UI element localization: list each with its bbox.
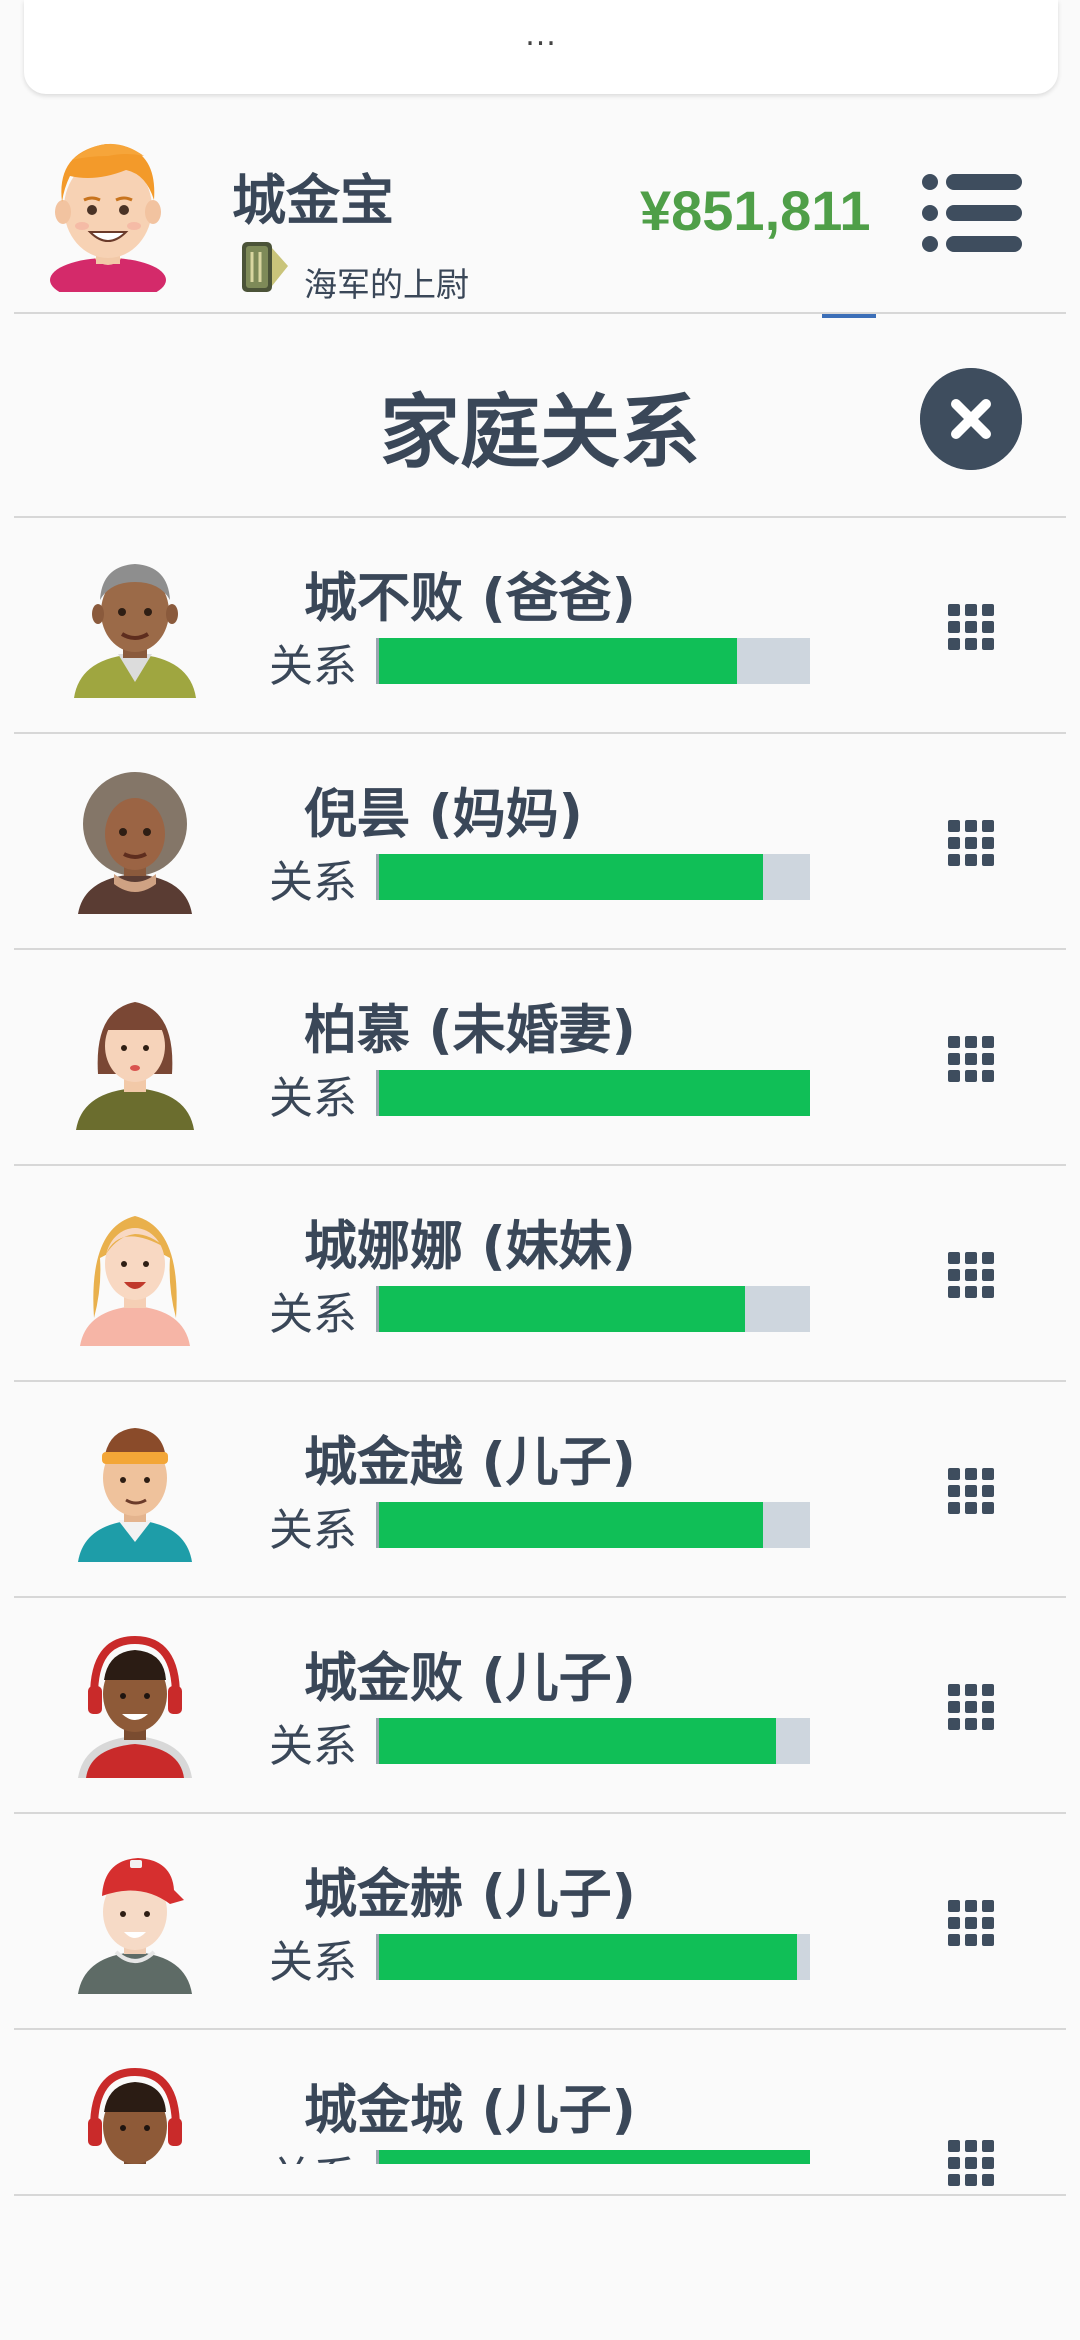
family-member-name: 倪昙 (妈妈) — [304, 784, 583, 845]
relation-label: 关系 — [269, 857, 357, 908]
list-item: 柏慕 (未婚妻) 关系 — [14, 950, 1066, 1166]
relation-bar — [376, 1286, 810, 1332]
grid-menu-icon[interactable] — [946, 1250, 996, 1300]
grid-menu-icon[interactable] — [946, 1466, 996, 1516]
list-item: 倪昙 (妈妈) 关系 — [14, 734, 1066, 950]
relation-label: 关系 — [269, 641, 357, 692]
relation-bar-fill — [379, 1934, 798, 1980]
relation-label: 关系 — [269, 1073, 357, 1124]
relation-bar-fill — [379, 2150, 810, 2164]
elderly-woman-avatar-icon — [78, 772, 192, 914]
grid-menu-icon[interactable] — [946, 818, 996, 868]
player-name: 城金宝 — [232, 169, 394, 232]
relation-bar-fill — [379, 1502, 763, 1548]
young-woman-avatar-icon — [76, 1002, 194, 1130]
rank-badge-icon — [242, 242, 288, 292]
list-item: 城金城 (儿子) 关系 — [14, 2030, 1066, 2196]
list-item: 城金赫 (儿子) 关系 — [14, 1814, 1066, 2030]
list-item: 城金败 (儿子) 关系 — [14, 1598, 1066, 1814]
blonde-girl-avatar-icon — [80, 1216, 190, 1346]
relation-bar — [376, 1070, 810, 1116]
list-item: 城不败 (爸爸) 关系 — [14, 518, 1066, 734]
family-member-name: 城金败 (儿子) — [304, 1648, 636, 1709]
list-item: 城娜娜 (妹妹) 关系 — [14, 1166, 1066, 1382]
relation-bar — [376, 638, 810, 684]
more-dots-icon[interactable]: ... — [24, 18, 1058, 53]
player-avatar-icon — [50, 143, 166, 292]
relation-label: 关系 — [269, 2142, 357, 2164]
relation-label: 关系 — [269, 1721, 357, 1772]
dialog-header: 家庭关系 — [0, 318, 1080, 518]
elderly-man-avatar-icon — [74, 564, 196, 698]
relation-bar-fill — [379, 1070, 810, 1116]
headphones-boy-avatar-icon — [78, 1635, 192, 1778]
relation-bar-fill — [379, 1286, 746, 1332]
dialog-title: 家庭关系 — [380, 386, 700, 479]
relation-bar — [376, 854, 810, 900]
family-member-name: 柏慕 (未婚妻) — [304, 1000, 636, 1061]
family-member-name: 城金赫 (儿子) — [304, 1864, 636, 1925]
close-icon[interactable] — [920, 368, 1022, 470]
relation-label: 关系 — [269, 1505, 357, 1556]
rank-title: 海军的上尉 — [304, 265, 469, 304]
grid-menu-icon[interactable] — [946, 1034, 996, 1084]
relation-bar-fill — [379, 1718, 776, 1764]
grid-menu-icon[interactable] — [946, 1898, 996, 1948]
relation-bar-fill — [379, 638, 737, 684]
headphones-boy-avatar-icon — [88, 2067, 182, 2164]
family-member-name: 城金城 (儿子) — [304, 2080, 636, 2141]
family-member-name: 城金越 (儿子) — [304, 1432, 636, 1493]
grid-menu-icon[interactable] — [946, 2138, 996, 2188]
relation-label: 关系 — [269, 1289, 357, 1340]
relation-bar — [376, 1718, 810, 1764]
grid-menu-icon[interactable] — [946, 1682, 996, 1732]
row-divider — [14, 2194, 1066, 2196]
money-balance: ¥851,811 — [640, 179, 871, 242]
headband-boy-avatar-icon — [78, 1428, 192, 1562]
relation-bar — [376, 1502, 810, 1548]
family-member-name: 城不败 (爸爸) — [304, 568, 636, 629]
relation-bar-fill — [379, 854, 763, 900]
family-member-name: 城娜娜 (妹妹) — [304, 1216, 636, 1277]
clipped-row-content: 城金城 (儿子) 关系 — [14, 2030, 1066, 2164]
menu-list-icon[interactable] — [920, 172, 1024, 254]
relation-bar — [376, 2150, 810, 2164]
grid-menu-icon[interactable] — [946, 602, 996, 652]
player-header: 城金宝 海军的上尉 ¥851,811 — [0, 100, 1080, 315]
red-cap-boy-avatar-icon — [78, 1858, 192, 1994]
relation-label: 关系 — [269, 1937, 357, 1988]
list-item: 城金越 (儿子) 关系 — [14, 1382, 1066, 1598]
top-sheet-card[interactable]: ... — [24, 0, 1058, 94]
relation-bar — [376, 1934, 810, 1980]
header-divider — [14, 312, 1066, 314]
